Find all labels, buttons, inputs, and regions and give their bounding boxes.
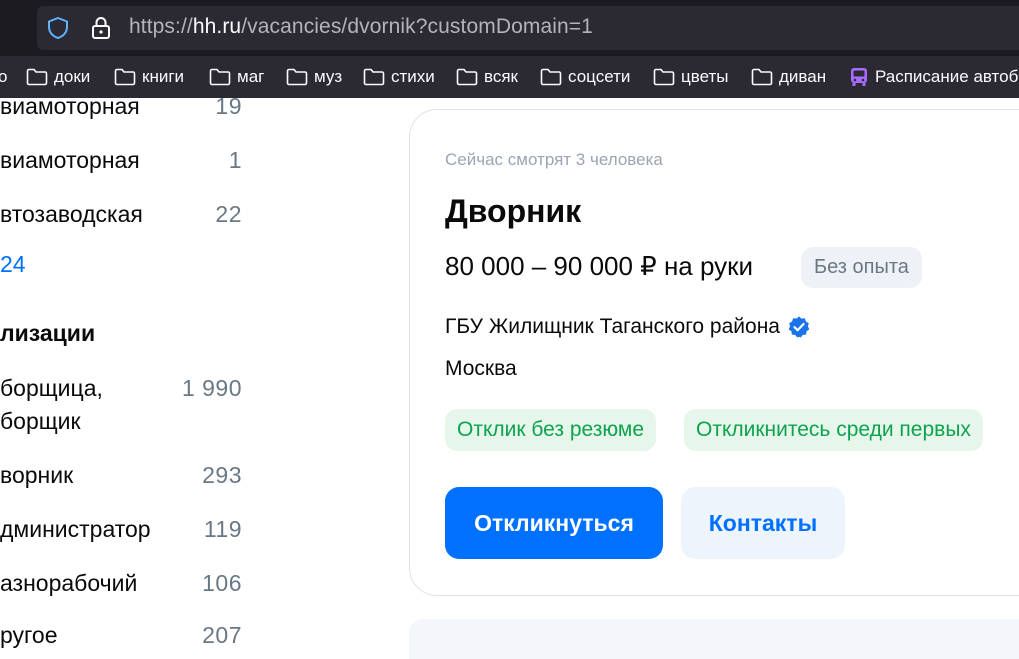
- filter-specialization-item[interactable]: дминистратор 119: [0, 516, 245, 546]
- filter-specialization-item[interactable]: азнорабочий 106: [0, 570, 245, 600]
- filter-count: 106: [202, 570, 242, 596]
- bookmark-folder[interactable]: доки: [26, 56, 90, 98]
- filter-metro-item[interactable]: виамоторная 1: [0, 147, 245, 177]
- bookmark-label: о: [0, 67, 8, 86]
- url-text[interactable]: https://hh.ru/vacancies/dvornik?customDo…: [129, 15, 593, 39]
- bus-icon: [851, 68, 867, 86]
- bookmark-label: соцсети: [568, 67, 631, 86]
- next-section-card: [409, 619, 1019, 659]
- bookmark-folder[interactable]: о: [0, 56, 7, 98]
- browser-toolbar: https://hh.ru/vacancies/dvornik?customDo…: [0, 0, 1019, 56]
- filter-label: дминистратор: [0, 516, 151, 542]
- bookmark-bus-schedule[interactable]: Расписание автоб: [849, 56, 1018, 98]
- filter-count: 1 990: [181, 375, 242, 401]
- url-path: /vacancies/dvornik?customDomain=1: [241, 15, 593, 38]
- bookmark-label: Расписание автоб: [875, 67, 1019, 86]
- filter-count: 22: [215, 201, 242, 227]
- filter-specialization-item[interactable]: ворник 293: [0, 462, 245, 492]
- bookmark-label: всяк: [484, 67, 518, 86]
- filter-specialization-item[interactable]: борщица, борщик 1 990: [0, 375, 245, 437]
- company-name: ГБУ Жилищник Таганского района: [445, 315, 780, 338]
- lock-icon[interactable]: [90, 16, 112, 40]
- bookmark-folder[interactable]: маг: [209, 56, 264, 98]
- bookmarks-bar: о доки книги маг муз стихи всяк соцсети …: [0, 56, 1019, 98]
- folder-icon: [751, 68, 773, 86]
- filter-metro-item[interactable]: втозаводская 22: [0, 201, 245, 231]
- salary-text: 80 000 – 90 000 ₽ на руки: [445, 251, 754, 281]
- bookmark-folder[interactable]: соцсети: [540, 56, 630, 98]
- filter-count: 207: [202, 622, 242, 648]
- show-more-metro-link[interactable]: 24: [0, 251, 26, 278]
- tag-no-resume: Отклик без резюме: [445, 409, 657, 451]
- folder-icon: [114, 68, 136, 86]
- filter-count: 119: [203, 516, 242, 542]
- company-link[interactable]: ГБУ Жилищник Таганского района: [445, 315, 811, 339]
- bookmark-folder[interactable]: цветы: [653, 56, 728, 98]
- filter-label: втозаводская: [0, 201, 143, 227]
- folder-icon: [456, 68, 478, 86]
- bookmark-label: доки: [54, 67, 91, 86]
- folder-icon: [286, 68, 308, 86]
- bookmark-label: книги: [142, 67, 185, 86]
- filter-label: ругое: [0, 622, 58, 648]
- bookmark-folder[interactable]: стихи: [363, 56, 435, 98]
- tag-respond-first: Откликнитесь среди первых: [684, 409, 983, 451]
- experience-badge: Без опыта: [801, 247, 922, 288]
- folder-icon: [653, 68, 675, 86]
- address-bar[interactable]: https://hh.ru/vacancies/dvornik?customDo…: [37, 6, 1019, 50]
- folder-icon: [540, 68, 562, 86]
- bookmark-label: маг: [237, 67, 265, 86]
- filter-label-line2: борщик: [0, 408, 81, 434]
- bookmark-label: цветы: [681, 67, 729, 86]
- contacts-button[interactable]: Контакты: [681, 487, 845, 559]
- filter-label: ворник: [0, 462, 74, 488]
- city-text: Москва: [445, 357, 517, 380]
- shield-icon[interactable]: [47, 16, 69, 40]
- folder-icon: [363, 68, 385, 86]
- bookmark-folder[interactable]: книги: [114, 56, 184, 98]
- filter-label: виамоторная: [0, 93, 140, 119]
- viewers-count: Сейчас смотрят 3 человека: [445, 150, 663, 169]
- bookmark-label: диван: [779, 67, 827, 86]
- filter-count: 293: [202, 462, 242, 488]
- filter-metro-item[interactable]: виамоторная 19: [0, 93, 245, 123]
- filter-label: азнорабочий: [0, 570, 138, 596]
- filter-count: 1: [228, 147, 242, 173]
- filter-label: борщица,: [0, 375, 103, 401]
- bookmark-label: стихи: [391, 67, 435, 86]
- bookmark-folder[interactable]: муз: [286, 56, 342, 98]
- verified-icon: [788, 316, 810, 338]
- apply-button[interactable]: Откликнуться: [445, 487, 663, 559]
- bookmark-folder[interactable]: всяк: [456, 56, 518, 98]
- bookmark-label: муз: [314, 67, 343, 86]
- url-host: hh.ru: [192, 15, 242, 38]
- filter-count: 19: [215, 93, 242, 119]
- folder-icon: [209, 68, 231, 86]
- specializations-heading: лизации: [0, 320, 96, 346]
- filter-label: виамоторная: [0, 147, 140, 173]
- bookmark-folder[interactable]: диван: [751, 56, 826, 98]
- vacancy-title[interactable]: Дворник: [445, 193, 581, 230]
- folder-icon: [26, 68, 48, 86]
- url-scheme: https://: [129, 15, 193, 38]
- filter-specialization-item[interactable]: ругое 207: [0, 622, 245, 652]
